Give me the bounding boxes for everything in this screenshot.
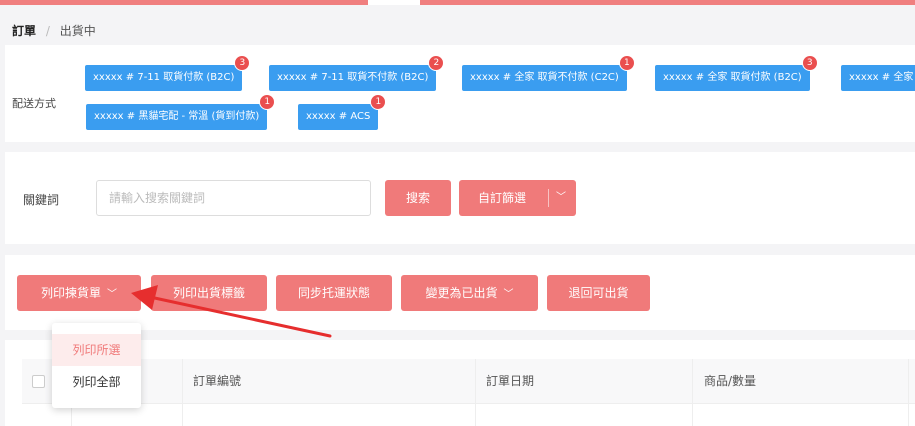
annotation-arrow <box>131 285 332 338</box>
